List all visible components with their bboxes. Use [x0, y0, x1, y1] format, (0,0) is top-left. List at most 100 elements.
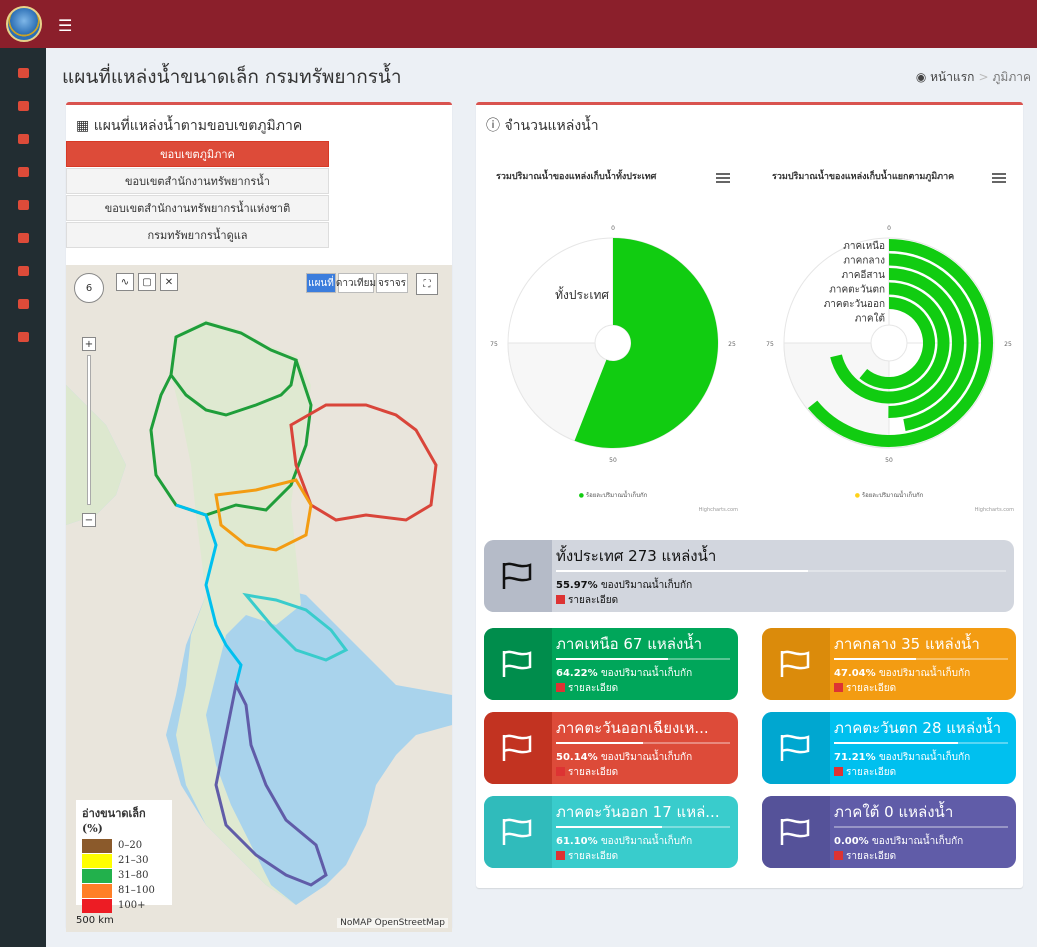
flag-icon: [780, 650, 810, 677]
tab-dwr-managed[interactable]: กรมทรัพยากรน้ำดูแล: [66, 222, 329, 248]
chart-legend: ● ร้อยละปริมาณน้ำเก็บกัก: [854, 492, 924, 499]
measure-icon[interactable]: ▢: [138, 273, 156, 291]
dashboard-icon: ◉: [915, 70, 927, 84]
card-progress: [834, 826, 1008, 828]
sidebar: [0, 48, 46, 947]
stats-box: ⓘ จำนวนแหล่งน้ำ รวมปริมาณน้ำของแหล่งเก็บ…: [476, 102, 1023, 888]
details-link[interactable]: รายละเอียด: [556, 593, 618, 608]
flag-icon: [502, 650, 532, 677]
card-percentage: 50.14% ของปริมาณน้ำเก็บกัก: [556, 752, 693, 763]
zoom-out-button[interactable]: −: [82, 513, 96, 527]
legend-swatch: [82, 838, 112, 853]
tick-label: 25: [1004, 341, 1012, 348]
dashboard-icon[interactable]: [0, 91, 46, 121]
category-label: ภาคเหนือ: [843, 240, 885, 252]
category-label: ทั้งประเทศ: [555, 286, 609, 302]
stat-card-northeast[interactable]: ภาคตะวันออกเฉียงเห... 50.14% ของปริมาณน้…: [484, 712, 738, 784]
flag-icon: [502, 562, 532, 589]
flag-icon: [780, 818, 810, 845]
fullscreen-icon[interactable]: ⛶: [416, 273, 438, 295]
card-progress: [556, 570, 1006, 572]
chart-national: รวมปริมาณน้ำของแหล่งเก็บน้ำทั้งประเทศ 02…: [482, 145, 744, 515]
card-heading: ภาคกลาง 35 แหล่งน้ำ: [834, 635, 980, 653]
card-percentage: 64.22% ของปริมาณน้ำเก็บกัก: [556, 668, 693, 679]
card-icon-column: [484, 628, 552, 700]
card-icon-column: [762, 628, 830, 700]
legend-row: 21–30: [82, 853, 166, 868]
stat-card-total[interactable]: ทั้งประเทศ 273 แหล่งน้ำ 55.97% ของปริมาณ…: [484, 540, 1014, 612]
flag-icon: [502, 818, 532, 845]
map-pan-control[interactable]: 6: [74, 273, 104, 303]
map-scale: 500 km: [76, 915, 114, 926]
map-icon: ▦: [76, 118, 94, 134]
legend-row: 100+: [82, 898, 166, 913]
card-progress: [556, 742, 730, 744]
details-link[interactable]: รายละเอียด: [834, 849, 896, 864]
department-logo[interactable]: [0, 0, 48, 48]
top-navbar: ☰: [0, 0, 1037, 48]
tab-region[interactable]: ขอบเขตภูมิภาค: [66, 141, 329, 167]
external-link-icon[interactable]: [0, 289, 46, 319]
menu-toggle-icon[interactable]: ☰: [58, 16, 72, 35]
details-link[interactable]: รายละเอียด: [556, 681, 618, 696]
map-box: ▦ แผนที่แหล่งน้ำตามขอบเขตภูมิภาค ขอบเขตภ…: [66, 102, 452, 932]
category-label: ภาคตะวันออก: [824, 299, 885, 310]
flag-icon: [780, 734, 810, 761]
card-progress: [834, 742, 1008, 744]
tick-label: 0: [887, 225, 891, 232]
stat-card-west[interactable]: ภาคตะวันตก 28 แหล่งน้ำ 71.21% ของปริมาณน…: [762, 712, 1016, 784]
table-icon[interactable]: [0, 157, 46, 187]
map-legend: อ่างขนาดเล็ก (%) 0–20 21–30 31–80 81–100…: [76, 800, 172, 913]
legend-row: 31–80: [82, 868, 166, 883]
card-icon-column: [484, 796, 552, 868]
legend-swatch: [82, 853, 112, 868]
download-icon[interactable]: [0, 223, 46, 253]
external-link-icon-2[interactable]: [0, 322, 46, 352]
details-link[interactable]: รายละเอียด: [556, 849, 618, 864]
draw-line-icon[interactable]: ∿: [116, 273, 134, 291]
stat-card-east[interactable]: ภาคตะวันออก 17 แหล่... 61.10% ของปริมาณน…: [484, 796, 738, 868]
card-icon-column: [762, 796, 830, 868]
card-icon-column: [762, 712, 830, 784]
maptype-traffic[interactable]: จราจร: [376, 273, 408, 293]
tick-label: 50: [609, 457, 617, 464]
breadcrumb-home[interactable]: หน้าแรก: [930, 70, 974, 84]
card-icon-column: [484, 540, 552, 612]
maptype-map[interactable]: แผนที่: [306, 273, 336, 293]
home-icon[interactable]: [0, 58, 46, 88]
tab-water-office[interactable]: ขอบเขตสำนักงานทรัพยากรน้ำ: [66, 168, 329, 194]
flag-icon: [502, 734, 532, 761]
tick-label: 75: [490, 341, 498, 348]
radial-bar[interactable]: [574, 238, 718, 448]
card-percentage: 71.21% ของปริมาณน้ำเก็บกัก: [834, 752, 971, 763]
tab-national-water-office[interactable]: ขอบเขตสำนักงานทรัพยากรน้ำแห่งชาติ: [66, 195, 329, 221]
details-link[interactable]: รายละเอียด: [834, 681, 896, 696]
maptype-satellite[interactable]: ดาวเทียม: [336, 273, 376, 293]
stat-card-central[interactable]: ภาคกลาง 35 แหล่งน้ำ 47.04% ของปริมาณน้ำเ…: [762, 628, 1016, 700]
card-percentage: 61.10% ของปริมาณน้ำเก็บกัก: [556, 836, 693, 847]
card-icon-column: [484, 712, 552, 784]
lock-icon[interactable]: [0, 190, 46, 220]
zoom-slider[interactable]: [87, 355, 91, 505]
card-progress: [556, 658, 730, 660]
map-canvas[interactable]: 6 + − ∿ ▢ ✕ แผนที่ ดาวเทียม จราจร ⛶ อ่าง…: [66, 265, 452, 932]
legend-row: 0–20: [82, 838, 166, 853]
logo-emblem-icon: [6, 6, 42, 42]
category-label: ภาคกลาง: [843, 256, 885, 267]
legend-swatch: [82, 898, 112, 913]
stat-card-north[interactable]: ภาคเหนือ 67 แหล่งน้ำ 64.22% ของปริมาณน้ำ…: [484, 628, 738, 700]
details-link[interactable]: รายละเอียด: [834, 765, 896, 780]
legend-title: อ่างขนาดเล็ก (%): [82, 807, 146, 835]
stat-card-south[interactable]: ภาคใต้ 0 แหล่งน้ำ 0.00% ของปริมาณน้ำเก็บ…: [762, 796, 1016, 868]
gears-icon[interactable]: [0, 256, 46, 286]
list-icon[interactable]: [0, 124, 46, 154]
chart-legend: ● ร้อยละปริมาณน้ำเก็บกัก: [578, 492, 648, 499]
card-heading: ภาคตะวันตก 28 แหล่งน้ำ: [834, 719, 1002, 737]
chart-credit: Highcharts.com: [698, 507, 738, 513]
category-label: ภาคใต้: [855, 313, 885, 325]
chart-credit: Highcharts.com: [974, 507, 1014, 513]
details-link[interactable]: รายละเอียด: [556, 765, 618, 780]
chart-regional: รวมปริมาณน้ำของแหล่งเก็บน้ำแยกตามภูมิภาค…: [758, 145, 1020, 515]
zoom-in-button[interactable]: +: [82, 337, 96, 351]
clear-icon[interactable]: ✕: [160, 273, 178, 291]
